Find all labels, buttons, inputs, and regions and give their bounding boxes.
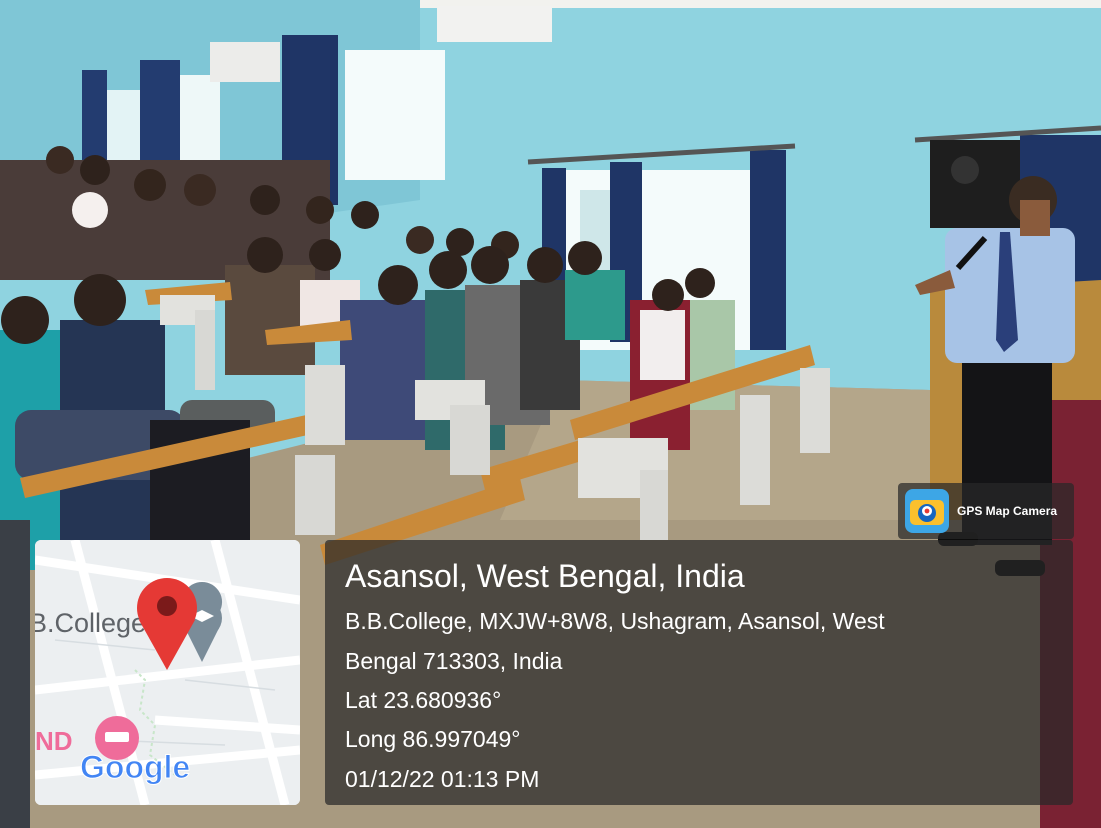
address-line-1: B.B.College, MXJW+8W8, Ushagram, Asansol… bbox=[345, 608, 885, 634]
gps-app-badge: GPS Map Camera bbox=[898, 483, 1074, 539]
longitude-text: Long 86.997049° bbox=[345, 726, 521, 752]
address-line-2: Bengal 713303, India bbox=[345, 648, 563, 674]
photo-frame: GPS Map Camera B.College ND Google Asans… bbox=[0, 0, 1101, 828]
speaker-cone bbox=[951, 156, 979, 184]
map-poi-label: ND bbox=[35, 726, 73, 756]
location-title: Asansol, West Bengal, India bbox=[345, 558, 745, 594]
map-graphic: B.College ND Google bbox=[35, 540, 300, 805]
latitude-text: Lat 23.680936° bbox=[345, 687, 502, 713]
air-conditioner bbox=[210, 42, 280, 82]
map-thumbnail: B.College ND Google bbox=[35, 540, 300, 805]
window-back bbox=[345, 50, 445, 180]
gps-camera-app-icon bbox=[905, 489, 949, 533]
timestamp-text: 01/12/22 01:13 PM bbox=[345, 766, 540, 792]
shadow bbox=[0, 520, 30, 828]
curtain bbox=[82, 70, 107, 165]
gps-app-label: GPS Map Camera bbox=[957, 504, 1058, 518]
geotag-info-panel: Asansol, West Bengal, India B.B.College,… bbox=[325, 540, 1073, 805]
curtain bbox=[750, 150, 786, 350]
speaker bbox=[930, 140, 1020, 228]
air-conditioner bbox=[437, 6, 552, 42]
google-logo: Google bbox=[80, 749, 190, 785]
map-place-label: B.College bbox=[35, 608, 146, 638]
